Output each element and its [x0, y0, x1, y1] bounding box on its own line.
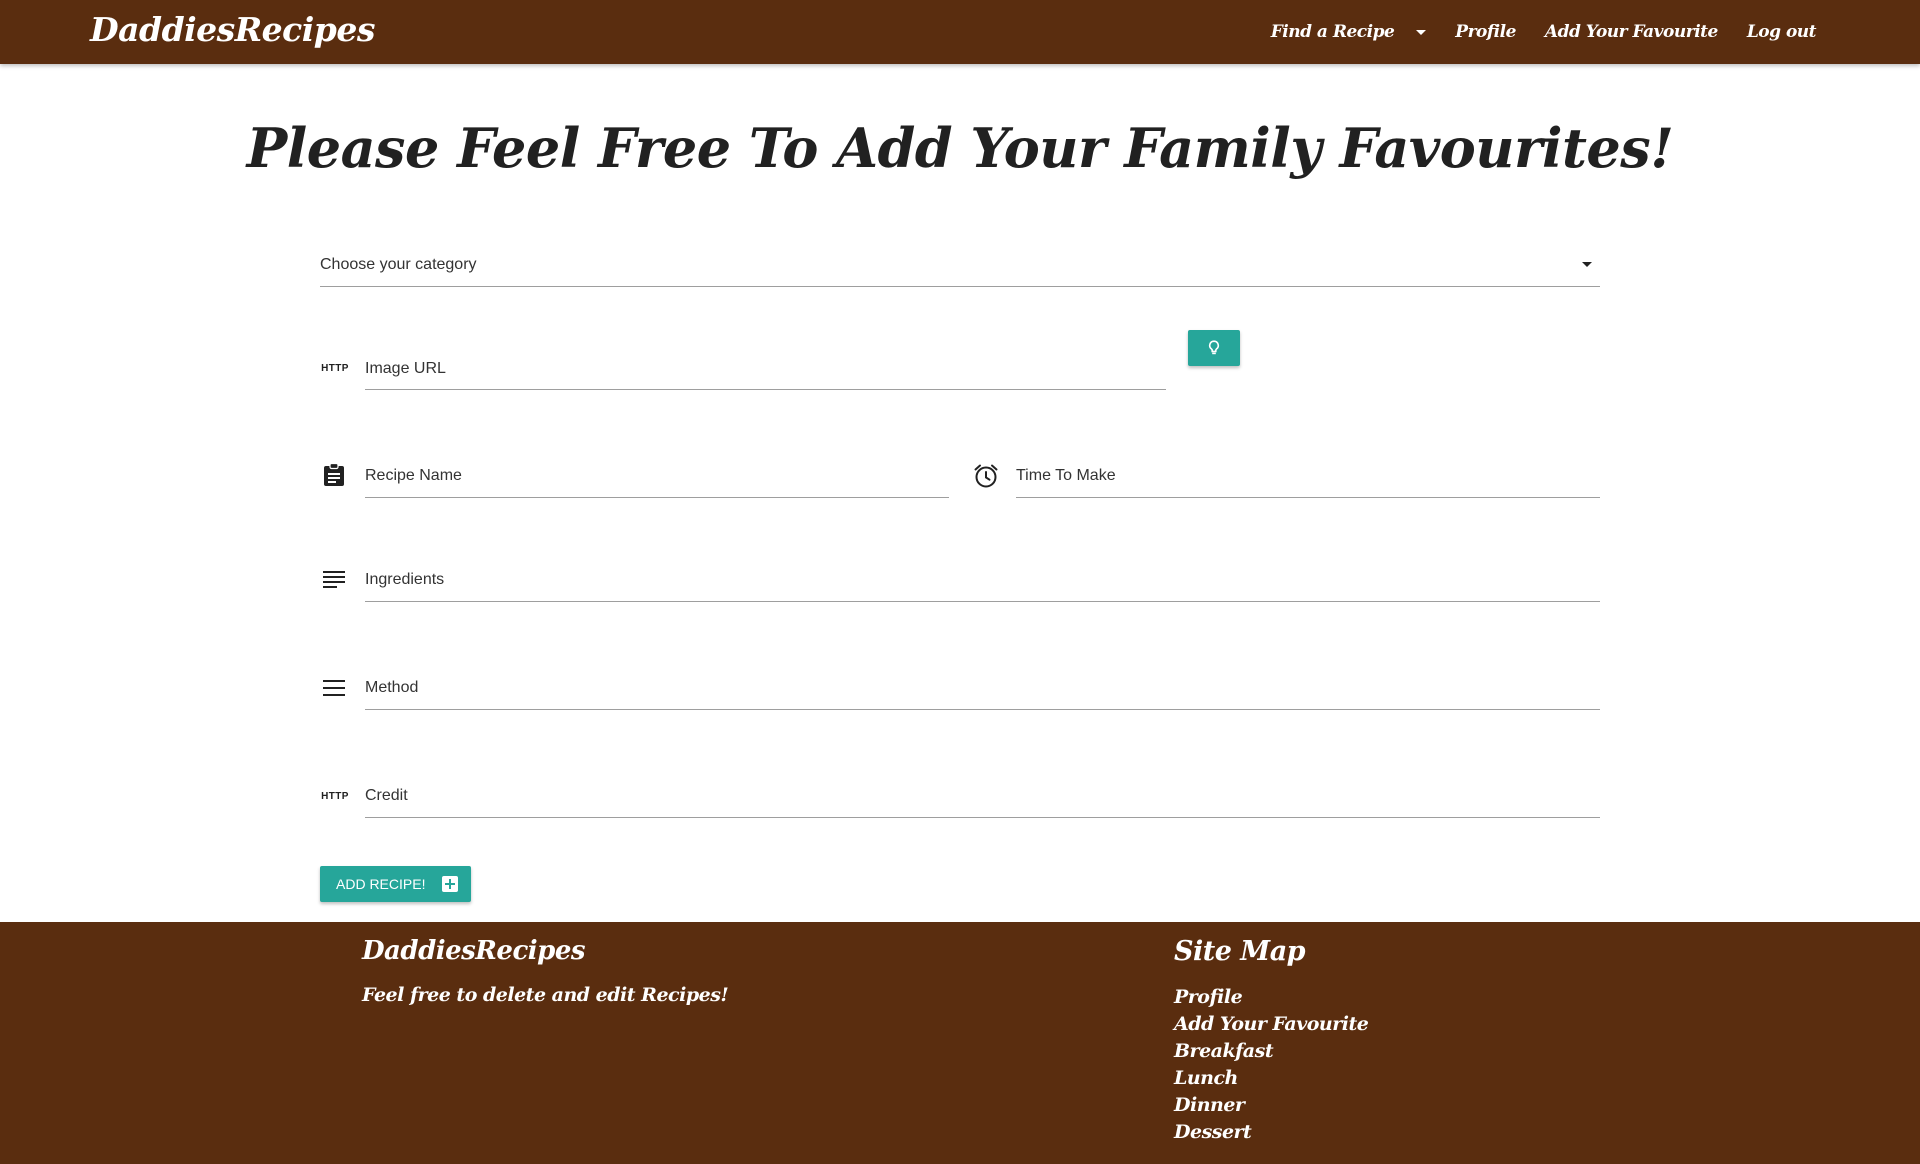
add-recipe-button[interactable]: ADD RECIPE! — [320, 866, 471, 902]
recipe-name-underline — [365, 497, 949, 498]
brand-logo[interactable]: DaddiesRecipes — [90, 10, 375, 49]
method-input[interactable] — [365, 675, 1600, 701]
nav-add-favourite[interactable]: Add Your Favourite — [1545, 22, 1718, 42]
nav-links: Find a Recipe Profile Add Your Favourite… — [1242, 0, 1817, 64]
nav-find-recipe-label: Find a Recipe — [1270, 22, 1395, 42]
lightbulb-icon — [1208, 340, 1220, 355]
page-title: Please Feel Free To Add Your Family Favo… — [246, 116, 1674, 180]
menu-icon — [322, 676, 346, 700]
sitemap-link-profile[interactable]: Profile — [1174, 984, 1368, 1011]
sitemap-title: Site Map — [1174, 936, 1306, 967]
sitemap-link-add-favourite[interactable]: Add Your Favourite — [1174, 1011, 1369, 1038]
alarm-clock-icon — [972, 462, 1000, 490]
page-footer: DaddiesRecipes Feel free to delete and e… — [0, 922, 1920, 1164]
caret-down-icon — [1416, 29, 1427, 35]
sitemap-link-breakfast[interactable]: Breakfast — [1174, 1038, 1368, 1065]
category-select[interactable]: Choose your category — [320, 248, 1600, 288]
nav-profile[interactable]: Profile — [1455, 22, 1516, 42]
sitemap-link-dinner[interactable]: Dinner — [1174, 1092, 1368, 1119]
http-icon: HTTP — [321, 362, 349, 374]
ingredients-underline — [365, 601, 1600, 602]
recipe-name-input[interactable] — [365, 463, 949, 489]
credit-underline — [365, 817, 1600, 818]
time-to-make-input[interactable] — [1016, 463, 1600, 489]
ingredients-input[interactable] — [365, 567, 1600, 593]
category-underline — [320, 286, 1600, 287]
clipboard-icon — [322, 462, 346, 488]
sitemap-link-dessert[interactable]: Dessert — [1174, 1119, 1368, 1146]
sitemap-link-lunch[interactable]: Lunch — [1174, 1065, 1368, 1092]
notes-icon — [322, 568, 346, 592]
credit-input[interactable] — [365, 783, 1600, 809]
add-box-icon — [442, 876, 459, 892]
image-hint-button[interactable] — [1188, 330, 1240, 366]
nav-find-recipe[interactable]: Find a Recipe — [1271, 22, 1427, 42]
image-url-underline — [365, 389, 1166, 390]
time-to-make-underline — [1016, 497, 1600, 498]
footer-tagline: Feel free to delete and edit Recipes! — [362, 984, 729, 1006]
method-underline — [365, 709, 1600, 710]
top-navbar: DaddiesRecipes Find a Recipe Profile Add… — [0, 0, 1920, 64]
category-select-value: Choose your category — [320, 256, 477, 273]
add-recipe-label: ADD RECIPE! — [336, 876, 426, 892]
http-icon: HTTP — [321, 790, 349, 802]
nav-log-out[interactable]: Log out — [1747, 22, 1817, 42]
chevron-down-icon — [1582, 262, 1592, 267]
footer-brand: DaddiesRecipes — [362, 936, 586, 966]
sitemap-links: Profile Add Your Favourite Breakfast Lun… — [1174, 984, 1369, 1146]
image-url-input[interactable] — [365, 356, 1165, 382]
